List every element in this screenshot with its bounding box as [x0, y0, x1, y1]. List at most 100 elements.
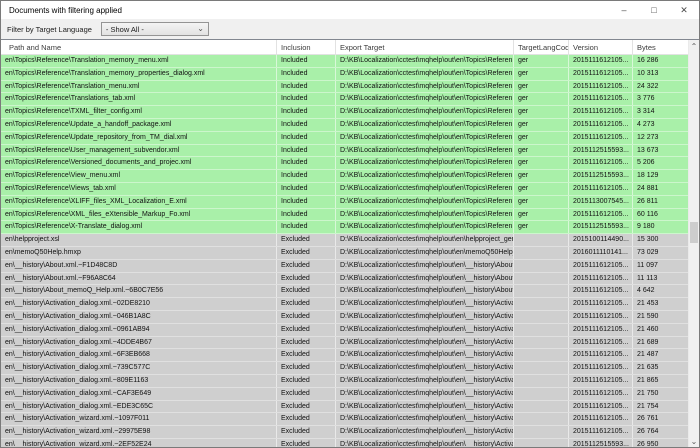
- column-header-target-lang-codes[interactable]: TargetLangCodes: [514, 40, 569, 55]
- cell-path-and-name: en\__history\Activation_dialog.xml.~0961…: [1, 324, 277, 336]
- table-row[interactable]: en\__history\About_memoQ_Help.xml.~6B0C7…: [1, 285, 688, 298]
- table-row[interactable]: en\__history\Activation_wizard.xml.~2997…: [1, 426, 688, 439]
- table-row[interactable]: en\memoQ50Help.hmxp Excluded D:\KB\Local…: [1, 247, 688, 260]
- language-filter-select[interactable]: - Show All - ⌄: [101, 22, 209, 36]
- cell-export-target: D:\KB\Localization\cctest\mqhelp\out\en\…: [336, 362, 514, 374]
- table-row[interactable]: en\Topics\Reference\TXML_filter_config.x…: [1, 106, 688, 119]
- table-row[interactable]: en\Topics\Reference\Translation_memory_m…: [1, 55, 688, 68]
- table-row[interactable]: en\__history\About.xml.~F1D48C8D Exclude…: [1, 260, 688, 273]
- title-bar: Documents with filtering applied – □ ✕: [1, 1, 699, 19]
- cell-inclusion: Excluded: [277, 426, 336, 438]
- cell-bytes: 21 460: [633, 324, 688, 336]
- cell-export-target: D:\KB\Localization\cctest\mqhelp\out\en\…: [336, 298, 514, 310]
- cell-path-and-name: en\__history\Activation_wizard.xml.~2EF5…: [1, 439, 277, 447]
- cell-bytes: 21 754: [633, 401, 688, 413]
- table-row[interactable]: en\__history\Activation_dialog.xml.~CAF3…: [1, 388, 688, 401]
- cell-export-target: D:\KB\Localization\cctest\mqhelp\out\en\…: [336, 401, 514, 413]
- cell-bytes: 9 180: [633, 221, 688, 233]
- cell-version: 2015111612105...: [569, 106, 633, 118]
- table-row[interactable]: en\Topics\Reference\Update_repository_fr…: [1, 132, 688, 145]
- cell-target-lang-codes: [514, 234, 569, 246]
- cell-export-target: D:\KB\Localization\cctest\mqhelp\out\en\…: [336, 119, 514, 131]
- vertical-scrollbar[interactable]: ⌃ ⌄: [688, 40, 699, 447]
- table-row[interactable]: en\Topics\Reference\View_menu.xml Includ…: [1, 170, 688, 183]
- table-row[interactable]: en\Topics\Reference\Update_a_handoff_pac…: [1, 119, 688, 132]
- table-row[interactable]: en\__history\Activation_dialog.xml.~739C…: [1, 362, 688, 375]
- cell-version: 2015111612105...: [569, 81, 633, 93]
- cell-target-lang-codes: ger: [514, 145, 569, 157]
- table-row[interactable]: en\Topics\Reference\User_management_subv…: [1, 145, 688, 158]
- cell-inclusion: Excluded: [277, 324, 336, 336]
- table-row[interactable]: en\Topics\Reference\Views_tab.xml Includ…: [1, 183, 688, 196]
- cell-path-and-name: en\Topics\Reference\View_menu.xml: [1, 170, 277, 182]
- cell-path-and-name: en\__history\Activation_dialog.xml.~EDE3…: [1, 401, 277, 413]
- table-row[interactable]: en\__history\Activation_dialog.xml.~809E…: [1, 375, 688, 388]
- scrollbar-thumb[interactable]: [690, 222, 698, 243]
- cell-path-and-name: en\__history\Activation_dialog.xml.~CAF3…: [1, 388, 277, 400]
- cell-bytes: 10 313: [633, 68, 688, 80]
- table-row[interactable]: en\Topics\Reference\Versioned_documents_…: [1, 157, 688, 170]
- table-row[interactable]: en\Topics\Reference\X-Translate_dialog.x…: [1, 221, 688, 234]
- cell-bytes: 26 950: [633, 439, 688, 447]
- table-row[interactable]: en\Topics\Reference\Translation_menu.xml…: [1, 81, 688, 94]
- cell-target-lang-codes: [514, 260, 569, 272]
- maximize-button[interactable]: □: [639, 1, 669, 19]
- cell-export-target: D:\KB\Localization\cctest\mqhelp\out\en\…: [336, 311, 514, 323]
- cell-inclusion: Included: [277, 170, 336, 182]
- close-button[interactable]: ✕: [669, 1, 699, 19]
- cell-inclusion: Excluded: [277, 273, 336, 285]
- cell-path-and-name: en\__history\Activation_wizard.xml.~1097…: [1, 413, 277, 425]
- cell-target-lang-codes: ger: [514, 209, 569, 221]
- cell-export-target: D:\KB\Localization\cctest\mqhelp\out\en\…: [336, 234, 514, 246]
- cell-inclusion: Included: [277, 132, 336, 144]
- table-row[interactable]: en\Topics\Reference\Translation_memory_p…: [1, 68, 688, 81]
- cell-target-lang-codes: ger: [514, 93, 569, 105]
- table-row[interactable]: en\Topics\Reference\Translations_tab.xml…: [1, 93, 688, 106]
- cell-path-and-name: en\memoQ50Help.hmxp: [1, 247, 277, 259]
- column-header-export-target[interactable]: Export Target: [336, 40, 514, 55]
- cell-version: 2015111612105...: [569, 349, 633, 361]
- scrollbar-up-button[interactable]: ⌃: [689, 40, 699, 52]
- cell-path-and-name: en\Topics\Reference\XLIFF_files_XML_Loca…: [1, 196, 277, 208]
- cell-version: 2015112515593...: [569, 221, 633, 233]
- table-row[interactable]: en\Topics\Reference\XLIFF_files_XML_Loca…: [1, 196, 688, 209]
- table-row[interactable]: en\__history\Activation_wizard.xml.~2EF5…: [1, 439, 688, 447]
- cell-path-and-name: en\__history\About.xml.~F96A8C64: [1, 273, 277, 285]
- column-header-bytes[interactable]: Bytes: [633, 40, 690, 55]
- table-row[interactable]: en\__history\Activation_dialog.xml.~02DE…: [1, 298, 688, 311]
- scrollbar-down-button[interactable]: ⌄: [689, 435, 699, 447]
- cell-bytes: 11 097: [633, 260, 688, 272]
- cell-export-target: D:\KB\Localization\cctest\mqhelp\out\en\…: [336, 375, 514, 387]
- cell-export-target: D:\KB\Localization\cctest\mqhelp\out\en\…: [336, 68, 514, 80]
- minimize-button[interactable]: –: [609, 1, 639, 19]
- cell-export-target: D:\KB\Localization\cctest\mqhelp\out\en\…: [336, 145, 514, 157]
- table-row[interactable]: en\__history\Activation_dialog.xml.~0961…: [1, 324, 688, 337]
- cell-version: 2015111612105...: [569, 426, 633, 438]
- cell-bytes: 4 273: [633, 119, 688, 131]
- cell-bytes: 11 113: [633, 273, 688, 285]
- table-row[interactable]: en\helpproject.xsl Excluded D:\KB\Locali…: [1, 234, 688, 247]
- cell-bytes: 21 453: [633, 298, 688, 310]
- table-row[interactable]: en\__history\Activation_dialog.xml.~046B…: [1, 311, 688, 324]
- cell-version: 2015111612105...: [569, 337, 633, 349]
- cell-bytes: 26 811: [633, 196, 688, 208]
- column-header-path-and-name[interactable]: Path and Name: [1, 40, 277, 55]
- table-row[interactable]: en\__history\Activation_wizard.xml.~1097…: [1, 413, 688, 426]
- table-rows: en\Topics\Reference\Translation_memory_m…: [1, 55, 688, 447]
- cell-export-target: D:\KB\Localization\cctest\mqhelp\out\en\…: [336, 388, 514, 400]
- column-header-version[interactable]: Version: [569, 40, 633, 55]
- cell-bytes: 4 642: [633, 285, 688, 297]
- cell-path-and-name: en\Topics\Reference\Update_a_handoff_pac…: [1, 119, 277, 131]
- cell-path-and-name: en\Topics\Reference\Translations_tab.xml: [1, 93, 277, 105]
- cell-target-lang-codes: ger: [514, 157, 569, 169]
- column-header-inclusion[interactable]: Inclusion: [277, 40, 336, 55]
- table-row[interactable]: en\Topics\Reference\XML_files_eXtensible…: [1, 209, 688, 222]
- table-row[interactable]: en\__history\About.xml.~F96A8C64 Exclude…: [1, 273, 688, 286]
- table-row[interactable]: en\__history\Activation_dialog.xml.~EDE3…: [1, 401, 688, 414]
- table-row[interactable]: en\__history\Activation_dialog.xml.~4DDE…: [1, 337, 688, 350]
- cell-target-lang-codes: ger: [514, 196, 569, 208]
- cell-version: 2015111612105...: [569, 260, 633, 272]
- cell-version: 2015111612105...: [569, 93, 633, 105]
- cell-path-and-name: en\__history\Activation_dialog.xml.~6F3E…: [1, 349, 277, 361]
- table-row[interactable]: en\__history\Activation_dialog.xml.~6F3E…: [1, 349, 688, 362]
